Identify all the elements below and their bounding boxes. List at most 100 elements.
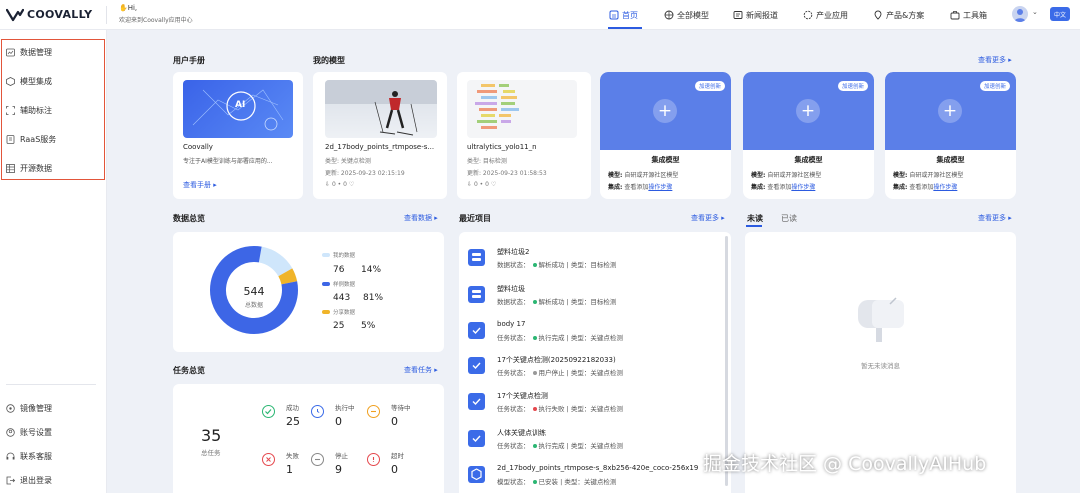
model-updated: 更新: 2025-09-23 02:15:19 xyxy=(325,170,405,177)
integrate-model-card[interactable]: 加速创新 + 集成模型 模型: 自研或开源社区模型 集成: 查看添加操作步骤 xyxy=(885,72,1016,199)
project-row[interactable]: 17个关键点检测(20250922182033) 任务状态： 用户停止 | 类型：关… xyxy=(468,355,718,385)
logout-icon xyxy=(6,476,15,484)
data-total-label: 总数据 xyxy=(244,302,263,309)
project-row[interactable]: 2d_17body_points_rtmpose-s_8xb256-420e_c… xyxy=(468,464,718,493)
user-avatar[interactable] xyxy=(1012,6,1028,22)
status-prefix: 模型状态： xyxy=(497,478,530,486)
nav-all-models[interactable]: 全部模型 xyxy=(664,8,709,22)
task-check-icon xyxy=(468,357,485,374)
status-prefix: 任务状态： xyxy=(497,405,530,413)
project-title: 17个关键点检测 xyxy=(497,392,548,400)
projects-more-link[interactable]: 查看更多 ▸ xyxy=(691,213,725,223)
model-name: 2d_17body_points_rtmpose-s... xyxy=(325,143,435,151)
data-total: 544 xyxy=(243,285,265,298)
messages-more-link[interactable]: 查看更多 ▸ xyxy=(978,213,1012,223)
recent-projects-title: 最近项目 xyxy=(459,214,491,223)
model-card[interactable]: ultralytics_yolo11_n 类型: 目标检测 更新: 2025-0… xyxy=(457,72,591,199)
task-failed-value: 1 xyxy=(286,463,293,476)
plus-icon[interactable]: + xyxy=(796,99,820,123)
integrate-steps-line: 集成: 查看添加操作步骤 xyxy=(751,184,816,191)
model-type: 类型: 关键点检测 xyxy=(325,158,371,165)
table-icon xyxy=(6,163,15,173)
watermark-text: 掘金技术社区 @ CoovallyAIHub xyxy=(703,453,987,475)
data-overview-title: 数据总览 xyxy=(173,214,205,223)
chevron-down-icon[interactable]: ⌄ xyxy=(1032,8,1038,16)
legend-shared-data: 分享数据 xyxy=(333,310,356,316)
nav-toolbox[interactable]: 工具箱 xyxy=(950,8,987,22)
operation-steps-link[interactable]: 操作步骤 xyxy=(933,184,957,191)
status-prefix: 数据状态： xyxy=(497,261,530,269)
manual-card[interactable]: AI Coovally 专注于AI模型训练与部署应用的... 查看手册 ▸ xyxy=(173,72,303,199)
manual-title: 用户手册 xyxy=(173,56,205,65)
status-text: 解析成功 xyxy=(538,261,565,269)
legend-shared-data-swatch xyxy=(322,310,330,314)
project-row[interactable]: 17个关键点检测任务状态： 执行失败 | 类型：关键点检测 xyxy=(468,391,718,421)
status-prefix: 任务状态： xyxy=(497,334,530,342)
sidebar-item-model-integration[interactable]: 模型集成 xyxy=(6,75,52,87)
mirror-icon xyxy=(6,403,15,413)
view-manual-link[interactable]: 查看手册 ▸ xyxy=(183,180,217,190)
project-row[interactable]: 塑料垃圾2 数据状态： 解析成功 | 类型：目标检测 xyxy=(468,247,718,277)
nav-products[interactable]: 产品&方案 xyxy=(873,8,924,22)
status-type: | 类型：关键点检测 xyxy=(566,334,623,342)
yolo-flowchart-image xyxy=(475,84,519,129)
models-more-link[interactable]: 查看更多 ▸ xyxy=(978,55,1012,65)
skier-image xyxy=(325,80,437,136)
model-cube-icon xyxy=(468,466,485,483)
wait-icon xyxy=(367,405,380,418)
dataset-icon xyxy=(468,249,485,266)
sidebar-item-raas[interactable]: RaaS服务 xyxy=(6,133,56,145)
model-card[interactable]: 2d_17body_points_rtmpose-s... 类型: 关键点检测 … xyxy=(313,72,447,199)
coovally-logo-icon[interactable] xyxy=(6,7,24,23)
sidebar-item-support[interactable]: 联系客服 xyxy=(6,450,52,462)
plus-icon[interactable]: + xyxy=(938,99,962,123)
integrate-model-card[interactable]: 加速创新 + 集成模型 模型: 自研或开源社区模型 集成: 查看添加操作步骤 xyxy=(600,72,731,199)
integrate-card-title: 集成模型 xyxy=(794,156,823,164)
operation-steps-link[interactable]: 操作步骤 xyxy=(648,184,672,191)
nav-news[interactable]: 新闻报道 xyxy=(733,8,778,22)
project-row[interactable]: body 17 任务状态： 执行完成 | 类型：关键点检测 xyxy=(468,320,718,350)
status-type: | 类型：目标检测 xyxy=(566,261,617,269)
tab-unread[interactable]: 未读 xyxy=(747,213,763,224)
view-data-link[interactable]: 查看数据 ▸ xyxy=(404,213,438,223)
status-dot xyxy=(532,371,537,375)
project-row[interactable]: 塑料垃圾 数据状态： 解析成功 | 类型：目标检测 xyxy=(468,284,718,314)
project-status-line: 数据状态： 解析成功 | 类型：目标检测 xyxy=(497,296,616,306)
operation-steps-link[interactable]: 操作步骤 xyxy=(791,184,815,191)
x-icon xyxy=(262,453,275,466)
plus-icon[interactable]: + xyxy=(653,99,677,123)
status-dot xyxy=(532,263,537,267)
status-dot xyxy=(532,300,537,304)
project-row[interactable]: 人体关键点训练 任务状态： 执行完成 | 类型：关键点检测 xyxy=(468,428,718,458)
nav-home[interactable]: 首页 xyxy=(609,8,638,22)
view-tasks-link[interactable]: 查看任务 ▸ xyxy=(404,365,438,375)
integrate-model-card[interactable]: 加速创新 + 集成模型 模型: 自研或开源社区模型 集成: 查看添加操作步骤 xyxy=(743,72,874,199)
tab-read[interactable]: 已读 xyxy=(781,213,797,224)
shared-data-pct: 5% xyxy=(361,321,376,331)
sidebar-item-account[interactable]: 账号设置 xyxy=(6,426,52,438)
sidebar: 数据管理 模型集成 辅助标注 RaaS服务 开源数据 镜像管理 账号设置 联系客… xyxy=(0,30,107,493)
sidebar-item-logout[interactable]: 退出登录 xyxy=(6,474,52,486)
integrate-card-title: 集成模型 xyxy=(936,156,965,164)
my-models-title: 我的模型 xyxy=(313,56,345,65)
integrate-model-line: 模型: 自研或开源社区模型 xyxy=(608,172,679,179)
headset-icon xyxy=(6,452,15,459)
sidebar-item-mirror[interactable]: 镜像管理 xyxy=(6,402,52,414)
cube-icon xyxy=(6,76,15,86)
project-status-line: 任务状态： 执行失败 | 类型：关键点检测 xyxy=(497,403,623,413)
task-failed-label: 失败 xyxy=(286,452,299,460)
sidebar-item-open-data[interactable]: 开源数据 xyxy=(6,162,52,174)
task-check-icon xyxy=(468,393,485,410)
logo-text[interactable]: COOVALLY xyxy=(27,8,92,21)
heart-icon: ♡ xyxy=(490,181,497,188)
task-running-value: 0 xyxy=(335,415,342,428)
sidebar-item-annotation[interactable]: 辅助标注 xyxy=(6,104,52,116)
language-switch[interactable]: 中文 xyxy=(1050,7,1070,21)
legend-my-data: 我的数据 xyxy=(333,253,356,259)
nav-active-indicator xyxy=(608,27,642,29)
project-title: 2d_17body_points_rtmpose-s_8xb256-420e_c… xyxy=(497,464,699,472)
nav-industry[interactable]: 产业应用 xyxy=(803,8,848,22)
legend-my-data-swatch xyxy=(322,253,330,257)
sidebar-item-data-management[interactable]: 数据管理 xyxy=(6,46,52,58)
status-dot xyxy=(532,444,537,448)
